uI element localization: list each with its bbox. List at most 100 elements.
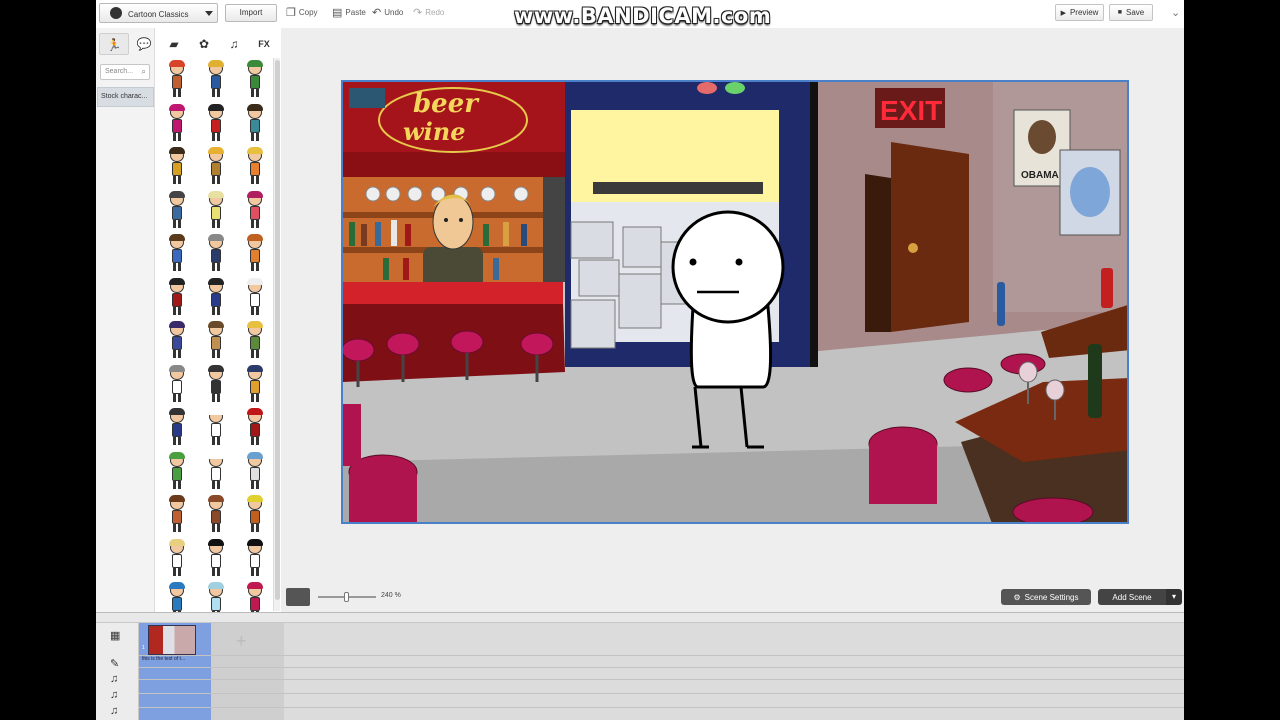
character-item[interactable] (158, 58, 196, 102)
character-body (211, 466, 221, 481)
character-item[interactable] (158, 537, 196, 581)
library-scrollbar[interactable] (273, 58, 280, 611)
character-hair (169, 451, 185, 459)
character-item[interactable] (236, 232, 274, 276)
zoom-slider-handle[interactable] (344, 592, 349, 602)
tab-speech-icon[interactable]: 💬 (129, 33, 159, 55)
character-item[interactable] (197, 493, 235, 537)
character-item[interactable] (197, 406, 235, 450)
character-legs (251, 393, 259, 402)
character-body (172, 466, 182, 481)
scene-canvas[interactable]: beer wine EXIT OBAMA (341, 80, 1129, 524)
neon-sign-beer: beer (413, 89, 480, 119)
character-legs (251, 263, 259, 271)
character-hair (208, 451, 224, 459)
scrollbar-thumb[interactable] (275, 60, 280, 600)
add-scene-plus-icon[interactable]: + (236, 631, 247, 652)
character-item[interactable] (236, 537, 274, 581)
timeline-ruler[interactable] (96, 613, 1184, 623)
character-item[interactable] (197, 537, 235, 581)
character-item[interactable] (236, 145, 274, 189)
search-icon: ⌕ (141, 67, 146, 76)
character-item[interactable] (197, 319, 235, 363)
preview-button[interactable]: ▶ Preview (1055, 4, 1104, 21)
character-item[interactable] (236, 450, 274, 494)
character-body (172, 553, 182, 568)
character-item[interactable] (158, 319, 196, 363)
character-hair (247, 538, 263, 546)
character-item[interactable] (158, 145, 196, 189)
copy-button[interactable]: ❐ Copy (286, 4, 318, 20)
character-legs (212, 393, 220, 402)
character-item[interactable] (158, 450, 196, 494)
character-item[interactable] (236, 319, 274, 363)
character-body (211, 597, 221, 611)
collapse-chevron-icon[interactable]: ⌄ (1171, 6, 1180, 19)
character-legs (173, 132, 181, 141)
character-item[interactable] (158, 363, 196, 407)
character-item[interactable] (158, 406, 196, 450)
character-legs (173, 350, 181, 358)
tab-characters-icon[interactable]: 🏃 (99, 33, 130, 55)
character-item[interactable] (236, 102, 274, 146)
stock-characters-tab[interactable]: Stock charac... (97, 87, 154, 107)
character-legs (173, 176, 181, 184)
save-button[interactable]: ■ Save (1109, 4, 1153, 21)
character-legs (173, 480, 181, 489)
character-legs (212, 176, 220, 184)
add-scene-dropdown-chevron-icon[interactable]: ▾ (1166, 589, 1182, 605)
character-item[interactable] (158, 276, 196, 320)
scene-thumbnail[interactable] (148, 625, 196, 655)
character-item[interactable] (197, 276, 235, 320)
save-label: Save (1126, 8, 1145, 17)
track-divider (139, 679, 1184, 680)
character-item[interactable] (158, 189, 196, 233)
character-hair (208, 582, 224, 589)
bar-counter-top (343, 282, 563, 304)
redo-button[interactable]: ↷ Redo (413, 4, 444, 20)
character-item[interactable] (197, 145, 235, 189)
character-legs (212, 350, 220, 358)
character-item[interactable] (236, 58, 274, 102)
character-item[interactable] (158, 102, 196, 146)
character-body (211, 336, 221, 350)
character-hair (169, 190, 185, 198)
tab-music-icon[interactable]: ♫ (219, 33, 249, 55)
tab-effects-icon[interactable]: ✿ (189, 33, 219, 55)
character-body (211, 553, 221, 568)
character-item[interactable] (236, 363, 274, 407)
character-hair (169, 538, 185, 546)
tab-props-icon[interactable]: ▰ (159, 33, 189, 55)
import-button[interactable]: Import (225, 4, 277, 22)
track-divider (139, 655, 1184, 656)
character-item[interactable] (158, 232, 196, 276)
character-hair (247, 451, 263, 459)
character-legs (251, 176, 259, 184)
character-body (211, 292, 221, 307)
add-scene-button[interactable]: Add Scene (1098, 589, 1166, 605)
theme-select[interactable]: Cartoon Classics (99, 3, 218, 23)
character-item[interactable] (197, 102, 235, 146)
chevron-down-icon (205, 11, 213, 16)
character-item[interactable] (197, 189, 235, 233)
character-legs (212, 263, 220, 271)
character-item[interactable] (236, 493, 274, 537)
scene-track-empty[interactable] (211, 623, 284, 720)
scene-settings-button[interactable]: ⚙ Scene Settings (1001, 589, 1091, 605)
character-item[interactable] (236, 189, 274, 233)
character-item[interactable] (197, 232, 235, 276)
character-item[interactable] (236, 406, 274, 450)
character-item[interactable] (197, 58, 235, 102)
character-item[interactable] (236, 276, 274, 320)
tab-fx[interactable]: FX (249, 33, 279, 55)
paste-button[interactable]: ▤ Paste (332, 4, 366, 20)
search-input[interactable]: Search... ⌕ (100, 64, 150, 80)
character-item[interactable] (158, 493, 196, 537)
fit-screen-icon[interactable] (286, 588, 310, 606)
character-item[interactable] (197, 363, 235, 407)
character-item[interactable] (197, 450, 235, 494)
character-legs (173, 306, 181, 315)
character-hair (169, 60, 185, 67)
character-hair (208, 408, 224, 415)
undo-button[interactable]: ↶ Undo (372, 4, 403, 20)
